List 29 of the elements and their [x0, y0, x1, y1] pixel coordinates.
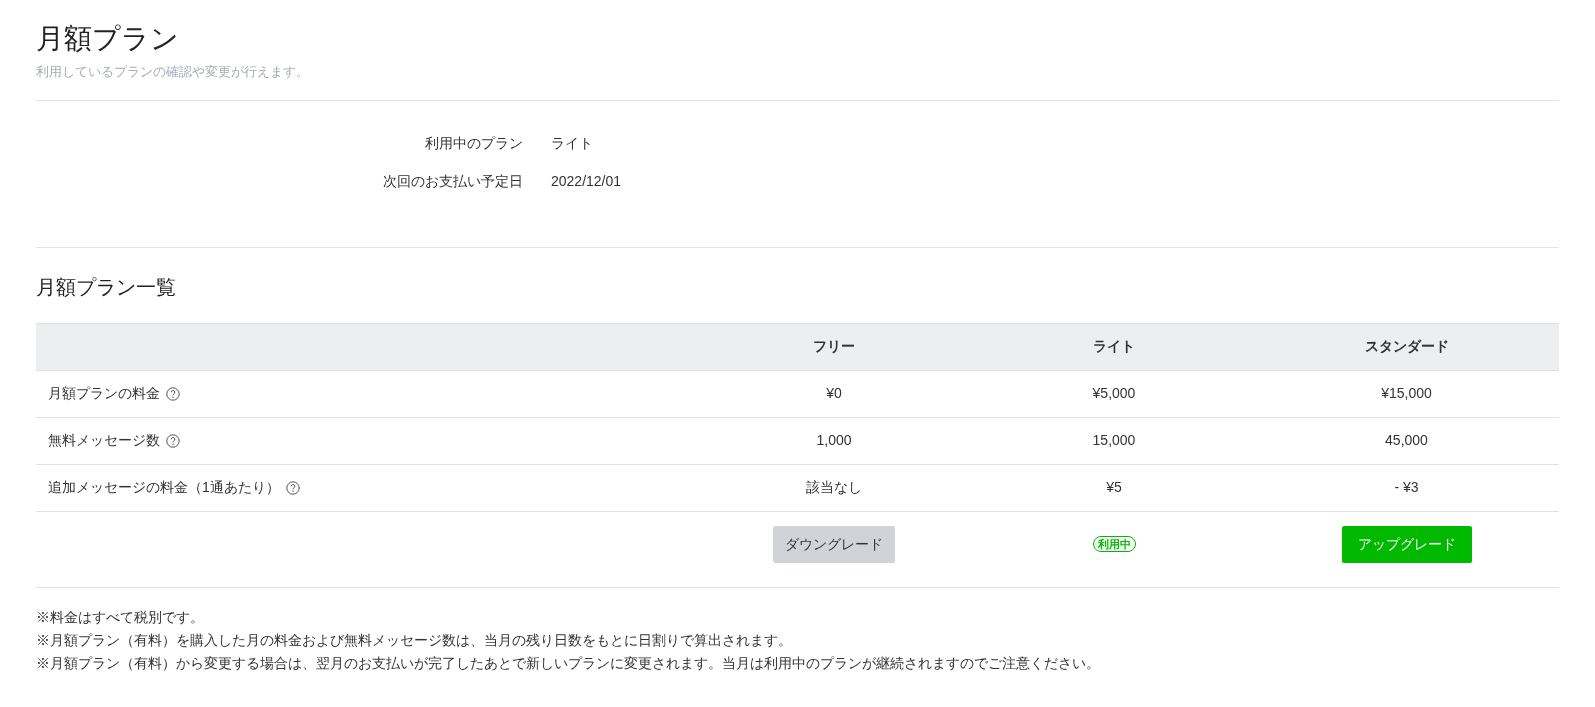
table-cell-text: - ¥3	[1394, 478, 1419, 497]
downgrade-button[interactable]: ダウングレード	[773, 525, 895, 563]
column-header: フリー	[813, 337, 855, 356]
help-icon[interactable]	[285, 480, 300, 495]
info-label: 利用中のプラン	[424, 133, 523, 153]
info-value: 2022/12/01	[551, 171, 622, 191]
footnote: ※料金はすべて税別です。	[36, 607, 205, 627]
row-label: 無料メッセージ数	[48, 431, 160, 450]
table-cell-text: 45,000	[1385, 431, 1428, 450]
table-cell-text: ¥15,000	[1381, 384, 1432, 403]
table-cell-text: ¥0	[826, 384, 842, 403]
row-label: 月額プランの料金	[48, 384, 160, 403]
table-cell-text: 15,000	[1092, 431, 1136, 450]
table-cell-text: 該当なし	[806, 478, 862, 497]
info-value: ライト	[551, 133, 593, 153]
help-icon[interactable]	[166, 386, 180, 401]
table-cell-text: ¥5	[1106, 478, 1122, 497]
table-cell-text: 1,000	[816, 431, 852, 450]
column-header: ライト	[1093, 337, 1135, 356]
column-header: スタンダード	[1364, 337, 1449, 356]
row-label: 追加メッセージの料金（1通あたり）	[48, 478, 280, 497]
page-subtitle: 利用しているプランの確認や変更が行えます。	[36, 63, 310, 81]
info-label: 次回のお支払い予定日	[382, 171, 523, 191]
help-icon[interactable]	[166, 433, 180, 448]
section-title: 月額プラン一覧	[36, 274, 177, 300]
table-cell-text: ¥5,000	[1092, 384, 1136, 403]
page-title: 月額プラン	[36, 22, 180, 56]
footnote: ※月額プラン（有料）を購入した月の料金および無料メッセージ数は、当月の残り日数をもとに日割りで算出されます。	[36, 630, 793, 650]
footnote: ※月額プラン（有料）から変更する場合は、翌月のお支払いが完了したあとで新しいプランに変更されます。当月は利用中のプランが継続されますのでご注意ください。	[36, 653, 1101, 673]
